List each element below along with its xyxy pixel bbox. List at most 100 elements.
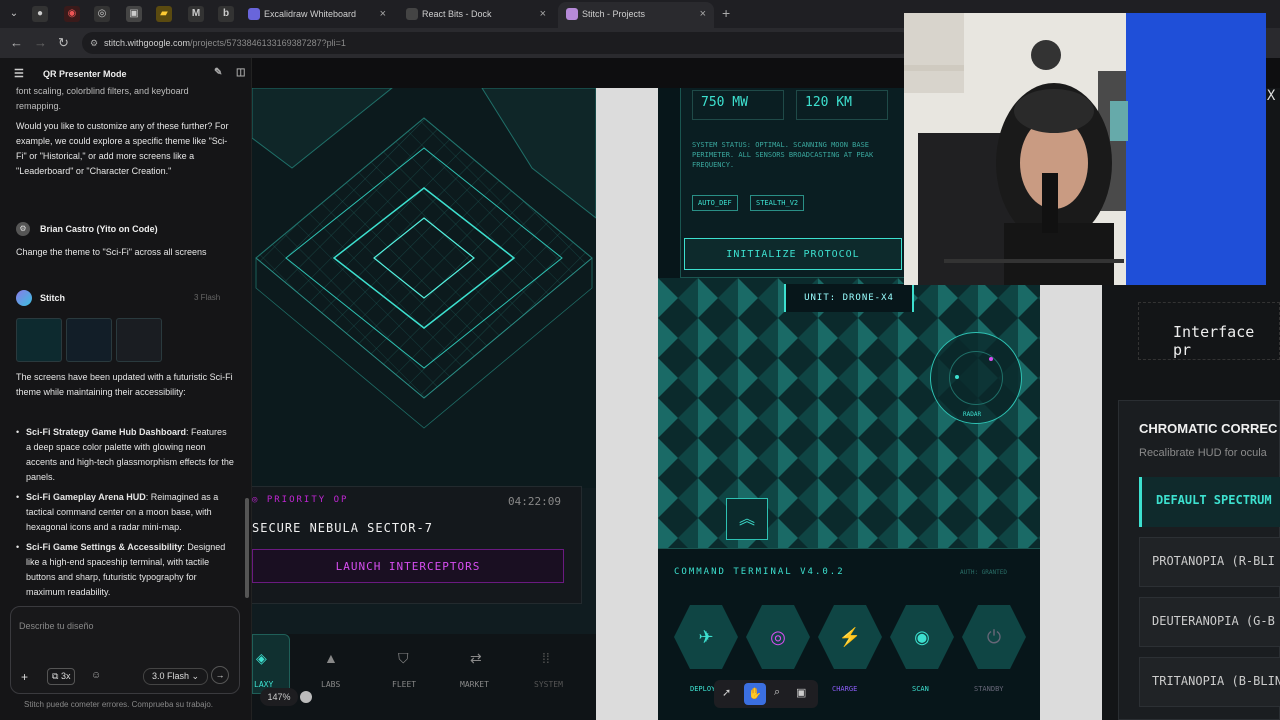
interface-preview: Interface pr	[1138, 302, 1280, 360]
screen-thumbnail[interactable]	[66, 318, 112, 362]
user-name: Brian Castro (Yito on Code)	[40, 224, 158, 234]
close-icon[interactable]: ×	[700, 8, 706, 20]
scan-button[interactable]: ◉	[890, 605, 954, 669]
bullet-title: Sci-Fi Game Settings & Accessibility	[26, 542, 183, 552]
bullet-title: Sci-Fi Gameplay Arena HUD	[26, 492, 146, 502]
image-icon[interactable]: ▣	[796, 686, 806, 699]
count-button[interactable]: ⧉ 3x	[47, 668, 76, 685]
new-tab-icon[interactable]: +	[722, 5, 730, 21]
fleet-icon[interactable]: ⛉	[398, 650, 409, 667]
instagram-icon[interactable]: ◎	[94, 6, 110, 22]
stitch-avatar	[16, 290, 32, 306]
pinned-tab-icon[interactable]: ▣	[126, 6, 142, 22]
message-text: font scaling, colorblind filters, and ke…	[16, 86, 189, 111]
option-deuteranopia[interactable]: DEUTERANOPIA (G-B	[1139, 597, 1280, 647]
model-select[interactable]: 3.0 Flash ⌄	[143, 668, 209, 685]
tab-react-bits[interactable]: React Bits - Dock ×	[398, 2, 554, 28]
launch-button[interactable]: LAUNCH INTERCEPTORS	[252, 549, 564, 583]
option-default-spectrum[interactable]: DEFAULT SPECTRUM	[1139, 477, 1280, 527]
message-text: Would you like to customize any of these…	[16, 121, 229, 176]
add-icon[interactable]: +	[21, 670, 28, 684]
tab-excalidraw[interactable]: Excalidraw Whiteboard ×	[240, 2, 394, 28]
system-icon[interactable]: ⁞⁞	[542, 650, 550, 666]
url-host: stitch.withgoogle.com	[104, 38, 191, 48]
nav-label: MARKET	[460, 680, 489, 689]
screen-thumbnail[interactable]	[16, 318, 62, 362]
galaxy-icon: ◈	[256, 650, 267, 666]
chevron-down-icon: ⌄	[191, 671, 200, 681]
github-icon[interactable]: ●	[32, 6, 48, 22]
stitch-icon	[566, 8, 578, 20]
prompt-box: Describe tu diseño + ⧉ 3x ☺ 3.0 Flash ⌄ …	[10, 606, 240, 694]
canvas-gap	[596, 88, 658, 720]
pinned-tab-icon[interactable]: b	[218, 6, 234, 22]
url-path: /projects/5733846133169387287?pli=1	[190, 38, 346, 48]
reload-icon[interactable]: ↻	[58, 35, 69, 51]
close-icon[interactable]: ×	[380, 8, 386, 20]
option-protanopia[interactable]: PROTANOPIA (R-BLI	[1139, 537, 1280, 587]
labs-icon[interactable]: ▲	[324, 650, 338, 666]
webcam-overlay	[904, 13, 1266, 285]
send-button[interactable]: →	[211, 666, 229, 684]
chip-stealth[interactable]: STEALTH_V2	[750, 195, 805, 211]
tab-stitch[interactable]: Stitch - Projects ×	[558, 2, 714, 28]
pinned-tab-icon[interactable]: M	[188, 6, 204, 22]
nav-label: LABS	[321, 680, 341, 689]
unit-label: UNIT: DRONE-X4	[784, 284, 914, 312]
target-button[interactable]: ◎	[746, 605, 810, 669]
charge-button[interactable]: ⚡	[818, 605, 882, 669]
initialize-button[interactable]: INITIALIZE PROTOCOL	[684, 238, 902, 270]
radar-blip	[955, 375, 959, 379]
tab-list-icon[interactable]: ⌄	[6, 6, 22, 22]
zoom-level[interactable]: 147%	[260, 688, 298, 706]
model-badge: 3 Flash	[194, 293, 221, 302]
sidebar-toggle-icon[interactable]: ◫	[236, 67, 245, 78]
folder-icon[interactable]: ▰	[156, 6, 172, 22]
stat-range: 120 KM	[796, 90, 888, 120]
chromatic-panel: CHROMATIC CORREC Recalibrate HUD for ocu…	[1118, 400, 1280, 720]
tab-label: React Bits - Dock	[422, 9, 492, 19]
jet-icon: ✈	[698, 627, 714, 647]
action-label: SCAN	[912, 685, 929, 693]
select-icon[interactable]: ➚	[722, 686, 731, 699]
chevron-up-icon[interactable]: ︽	[726, 498, 768, 540]
excalidraw-icon	[248, 8, 260, 20]
menu-icon[interactable]: ☰	[14, 67, 24, 80]
screen-dashboard[interactable]: ◎ PRIORITY OP 04:22:09 SECURE NEBULA SEC…	[252, 88, 596, 720]
chat-title: QR Presenter Mode	[43, 69, 127, 79]
close-icon[interactable]: ×	[540, 8, 546, 20]
standby-button[interactable]: ⏻	[962, 605, 1026, 669]
option-tritanopia[interactable]: TRITANOPIA (B-BLIN	[1139, 657, 1280, 707]
terminal-title: COMMAND TERMINAL V4.0.2	[674, 567, 845, 577]
back-icon[interactable]: ←	[10, 35, 23, 50]
radar-blip	[989, 357, 993, 361]
pinned-tab-icon[interactable]: ◉	[64, 6, 80, 22]
scrollbar[interactable]	[245, 498, 249, 598]
action-label: DEPLOY	[690, 685, 716, 693]
action-label: CHARGE	[832, 685, 858, 693]
search-icon[interactable]: ⌕	[774, 686, 780, 699]
screen-thumbnail[interactable]	[116, 318, 162, 362]
user-message: Change the theme to "Sci-Fi" across all …	[16, 247, 207, 257]
url-field[interactable]: ⚙ stitch.withgoogle.com/projects/5733846…	[82, 32, 912, 54]
mission-title: SECURE NEBULA SECTOR-7	[252, 521, 433, 535]
emoji-icon[interactable]: ☺	[91, 670, 101, 681]
market-icon[interactable]: ⇄	[470, 650, 482, 667]
tab-label: Stitch - Projects	[582, 9, 646, 19]
zoom-handle[interactable]	[300, 691, 312, 703]
chromatic-subtitle: Recalibrate HUD for ocula	[1139, 447, 1267, 459]
list-item: Sci-Fi Strategy Game Hub Dashboard: Feat…	[16, 425, 234, 485]
edit-icon[interactable]: ✎	[214, 67, 222, 78]
system-status: SYSTEM STATUS: OPTIMAL. SCANNING MOON BA…	[692, 141, 874, 169]
nav-label: FLEET	[392, 680, 417, 689]
action-label: STANDBY	[974, 685, 1004, 693]
deploy-button[interactable]: ✈	[674, 605, 738, 669]
interface-text: Interface pr	[1173, 323, 1255, 359]
prompt-input[interactable]: Describe tu diseño	[19, 621, 94, 631]
site-info-icon[interactable]: ⚙	[90, 32, 98, 54]
hand-icon[interactable]: ✋	[744, 683, 766, 705]
forward-icon[interactable]: →	[34, 35, 47, 50]
chip-auto-def[interactable]: AUTO_DEF	[692, 195, 738, 211]
message-text: The screens have been updated with a fut…	[16, 372, 233, 397]
bolt-icon: ⚡	[838, 627, 862, 647]
